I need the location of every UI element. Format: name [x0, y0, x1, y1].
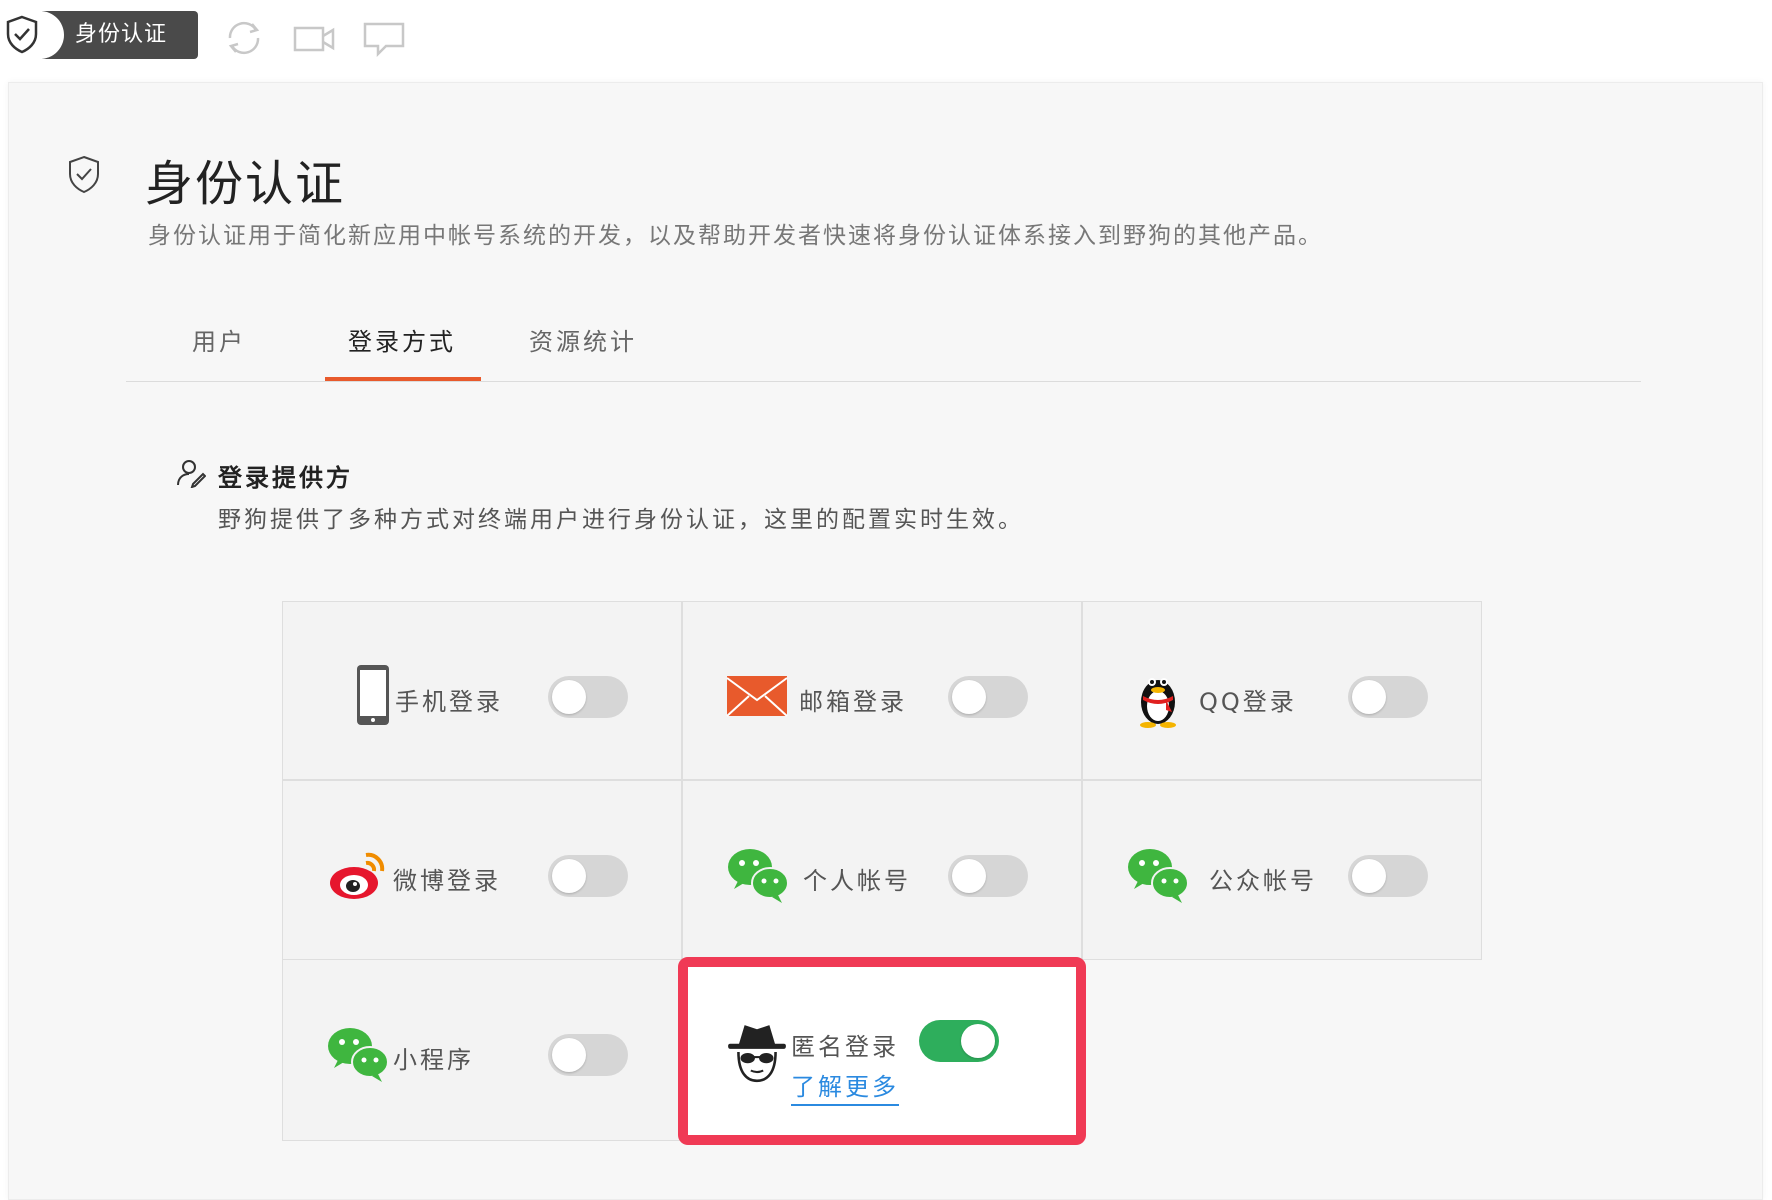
provider-miniprogram: 小程序	[282, 959, 682, 1141]
toggle-knob	[552, 680, 586, 714]
provider-label: 手机登录	[395, 688, 503, 716]
toggle-knob	[1352, 680, 1386, 714]
provider-phone: 手机登录	[282, 601, 682, 780]
section-description: 野狗提供了多种方式对终端用户进行身份认证，这里的配置实时生效。	[218, 507, 1024, 533]
provider-label: 邮箱登录	[799, 688, 907, 716]
toolbar-tab-label: 身份认证	[75, 22, 168, 47]
provider-toggle[interactable]	[948, 855, 1028, 897]
toggle-knob	[961, 1024, 995, 1058]
refresh-icon[interactable]	[222, 16, 266, 60]
shield-icon	[69, 155, 99, 194]
tab-login-methods[interactable]: 登录方式	[348, 322, 456, 357]
provider-email: 邮箱登录	[682, 601, 1082, 780]
toggle-knob	[1352, 859, 1386, 893]
active-tab-indicator	[325, 377, 481, 381]
wechat-icon	[1128, 849, 1189, 903]
toggle-knob	[952, 680, 986, 714]
provider-label: 个人帐号	[803, 867, 911, 895]
toggle-knob	[952, 859, 986, 893]
tab-users[interactable]: 用户	[192, 322, 246, 357]
toggle-knob	[552, 1038, 586, 1072]
video-icon[interactable]	[292, 16, 336, 60]
provider-label: 公众帐号	[1209, 867, 1317, 895]
provider-toggle[interactable]	[548, 855, 628, 897]
provider-qq: QQ登录	[1082, 601, 1482, 780]
provider-anonymous: 匿名登录 了解更多	[678, 957, 1086, 1145]
provider-toggle[interactable]	[919, 1020, 999, 1062]
provider-label: 匿名登录	[791, 1033, 899, 1061]
tab-resource-stats[interactable]: 资源统计	[529, 322, 637, 357]
top-toolbar: 身份认证	[0, 0, 1772, 72]
toolbar-tab-auth[interactable]: 身份认证	[40, 11, 198, 59]
provider-toggle[interactable]	[548, 676, 628, 718]
anonymous-icon	[728, 1025, 786, 1083]
provider-weibo: 微博登录	[282, 780, 682, 960]
provider-label: 小程序	[393, 1046, 474, 1074]
email-icon	[726, 676, 788, 717]
section-title: 登录提供方	[218, 464, 353, 492]
chat-icon[interactable]	[362, 16, 406, 60]
provider-label: 微博登录	[393, 867, 501, 895]
provider-toggle[interactable]	[948, 676, 1028, 718]
page-description: 身份认证用于简化新应用中帐号系统的开发，以及帮助开发者快速将身份认证体系接入到野…	[148, 223, 1323, 249]
wechat-icon	[728, 849, 789, 903]
page-title: 身份认证	[145, 156, 346, 212]
weibo-icon	[330, 852, 385, 899]
wechat-icon	[328, 1028, 389, 1082]
provider-toggle[interactable]	[548, 1034, 628, 1076]
provider-wechat-official: 公众帐号	[1082, 780, 1482, 960]
provider-wechat-personal: 个人帐号	[682, 780, 1082, 960]
user-edit-icon	[177, 460, 206, 488]
provider-toggle[interactable]	[1348, 855, 1428, 897]
provider-label: QQ登录	[1199, 688, 1297, 716]
toggle-knob	[552, 859, 586, 893]
shield-icon[interactable]	[4, 14, 40, 54]
provider-toggle[interactable]	[1348, 676, 1428, 718]
learn-more-link[interactable]: 了解更多	[791, 1067, 899, 1106]
qq-icon	[1140, 678, 1176, 728]
tab-bar: 用户 登录方式 资源统计	[126, 312, 1641, 382]
